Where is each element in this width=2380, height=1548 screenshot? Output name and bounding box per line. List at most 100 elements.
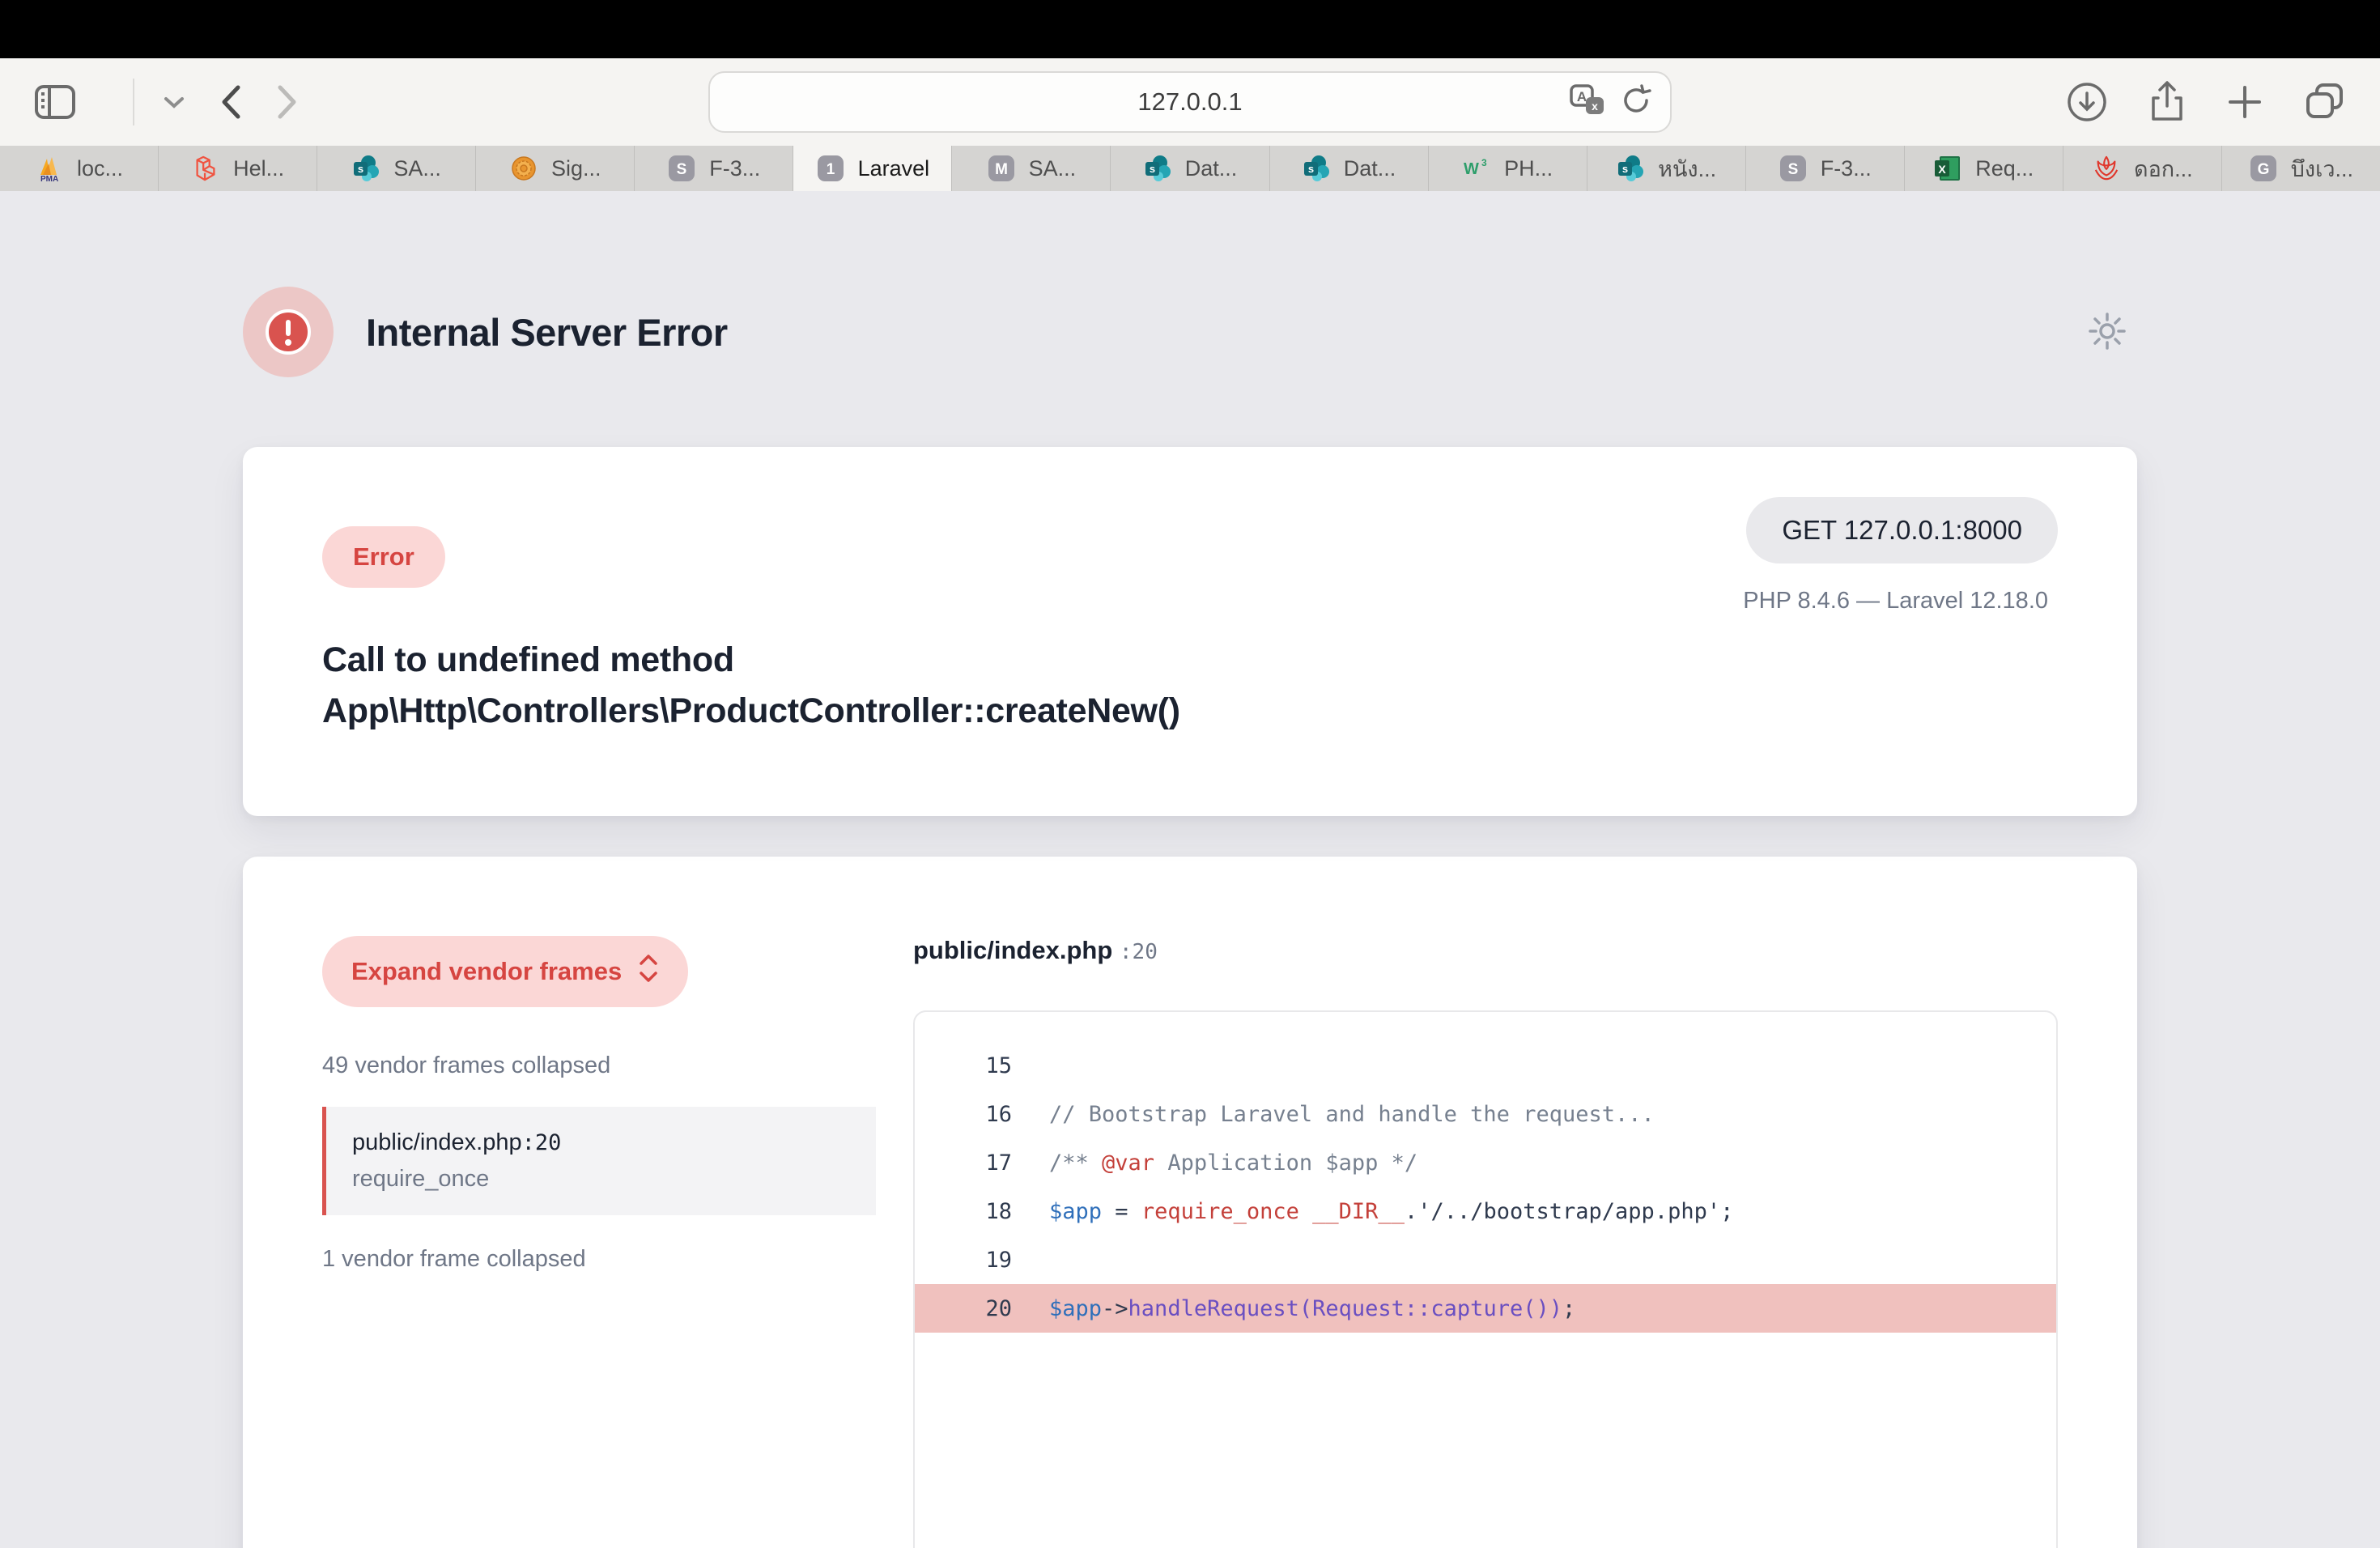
expand-vendor-frames-button[interactable]: Expand vendor frames — [322, 936, 688, 1007]
code-text: $app->handleRequest(Request::capture()); — [1049, 1296, 1575, 1321]
error-message-line2: App\Http\Controllers\ProductController::… — [322, 686, 2058, 737]
svg-text:s: s — [1622, 163, 1628, 175]
expand-chevrons-icon — [638, 954, 659, 989]
tab-label: Dat... — [1185, 156, 1238, 181]
code-text: // Bootstrap Laravel and handle the requ… — [1049, 1102, 1655, 1127]
laravel-favicon-icon — [191, 154, 220, 183]
browser-tab[interactable]: S F-3... — [635, 146, 793, 191]
browser-tab[interactable]: s SA... — [317, 146, 476, 191]
reload-icon[interactable] — [1620, 84, 1652, 121]
tab-label: Hel... — [233, 156, 284, 181]
share-icon[interactable] — [2148, 80, 2186, 124]
browser-tab[interactable]: Sig... — [476, 146, 635, 191]
tab-label: SA... — [393, 156, 441, 181]
sidebar-chevron-down-icon[interactable] — [164, 96, 185, 108]
frame-method: require_once — [352, 1166, 850, 1193]
frames-column: Expand vendor frames 49 vendor frames co… — [322, 936, 876, 1548]
svg-text:S: S — [677, 161, 687, 178]
browser-tab[interactable]: S F-3... — [1746, 146, 1905, 191]
browser-tab[interactable]: s หนัง... — [1587, 146, 1746, 191]
stack-frame-item[interactable]: public/index.php:20 require_once — [322, 1107, 876, 1215]
sharepoint-favicon-icon: s — [1302, 154, 1331, 183]
frame-file: public/index.php:20 — [352, 1129, 850, 1156]
url-bar[interactable]: 127.0.0.1 A x — [708, 71, 1672, 133]
expand-vendor-frames-label: Expand vendor frames — [351, 957, 622, 986]
sharepoint-favicon-icon: s — [351, 154, 380, 183]
url-text: 127.0.0.1 — [1137, 87, 1242, 117]
badge-S-favicon-icon: S — [1779, 154, 1808, 183]
code-panel: 15 16 // Bootstrap Laravel and handle the … — [913, 1010, 2058, 1548]
collapsed-frames-bottom: 1 vendor frame collapsed — [322, 1246, 876, 1273]
tab-label: Sig... — [551, 156, 601, 181]
browser-tab[interactable]: PMA loc... — [0, 146, 159, 191]
new-tab-icon[interactable] — [2226, 83, 2263, 121]
stack-trace-card: Expand vendor frames 49 vendor frames co… — [243, 857, 2137, 1548]
browser-tab[interactable]: ดอก... — [2063, 146, 2222, 191]
line-number: 20 — [915, 1296, 1012, 1321]
page-header: Internal Server Error — [243, 287, 2137, 377]
error-message-line1: Call to undefined method — [322, 635, 2058, 686]
tab-label: F-3... — [709, 156, 760, 181]
toolbar-divider — [133, 79, 134, 125]
tab-label: loc... — [77, 156, 123, 181]
badge-1-favicon-icon: 1 — [816, 154, 845, 183]
svg-text:G: G — [2257, 161, 2269, 178]
tab-label: Req... — [1975, 156, 2034, 181]
svg-text:M: M — [995, 161, 1008, 178]
browser-tab[interactable]: sDat... — [1270, 146, 1429, 191]
version-info: PHP 8.4.6 — Laravel 12.18.0 — [1743, 588, 2058, 615]
sidebar-toggle-icon[interactable] — [34, 84, 76, 120]
tab-label: ดอก... — [2134, 151, 2193, 186]
code-text: /** @var Application $app */ — [1049, 1150, 1417, 1176]
svg-text:PMA: PMA — [40, 175, 58, 183]
code-line: 16 // Bootstrap Laravel and handle the re… — [915, 1090, 2056, 1138]
svg-text:3: 3 — [1481, 157, 1487, 168]
w3-favicon-icon: W3 — [1462, 154, 1491, 183]
error-summary-card: Error Call to undefined method App\Http\… — [243, 447, 2137, 816]
browser-tab[interactable]: s Dat... — [1111, 146, 1269, 191]
forward-button-icon[interactable] — [277, 84, 298, 120]
code-header-line: :20 — [1120, 940, 1158, 964]
svg-text:s: s — [1150, 163, 1155, 175]
tab-label: Laravel — [858, 156, 930, 181]
pma-favicon-icon: PMA — [35, 154, 64, 183]
page-content: Internal Server Error Error Call to unde… — [0, 191, 2380, 1548]
badge-M-favicon-icon: M — [987, 154, 1016, 183]
browser-tab[interactable]: M SA... — [952, 146, 1111, 191]
sharepoint-favicon-icon: s — [1616, 154, 1645, 183]
collapsed-frames-top: 49 vendor frames collapsed — [322, 1053, 876, 1079]
lotus-favicon-icon — [2092, 154, 2121, 183]
translate-icon[interactable]: A x — [1570, 84, 1605, 121]
code-line: 20 $app->handleRequest(Request::capture()… — [915, 1284, 2056, 1333]
svg-text:x: x — [1592, 100, 1598, 113]
code-line: 17/** @var Application $app */ — [915, 1138, 2056, 1187]
theme-toggle-sun-icon[interactable] — [2087, 311, 2127, 355]
downloads-icon[interactable] — [2066, 81, 2108, 123]
tab-label: SA... — [1029, 156, 1077, 181]
line-number: 16 — [915, 1102, 1012, 1127]
error-circle-icon — [243, 287, 334, 377]
tab-overview-icon[interactable] — [2304, 82, 2346, 122]
tab-label: บึงเว... — [2291, 151, 2353, 186]
back-button-icon[interactable] — [220, 84, 241, 120]
line-number: 15 — [915, 1053, 1012, 1078]
svg-text:s: s — [358, 163, 363, 175]
browser-tab[interactable]: Hel... — [159, 146, 317, 191]
svg-text:1: 1 — [826, 161, 835, 178]
line-number: 18 — [915, 1199, 1012, 1224]
tab-label: F-3... — [1821, 156, 1872, 181]
browser-tab[interactable]: X Req... — [1905, 146, 2063, 191]
excel-favicon-icon: X — [1933, 154, 1962, 183]
error-badge: Error — [322, 526, 445, 588]
svg-text:s: s — [1308, 163, 1314, 175]
code-header-file: public/index.php — [913, 936, 1112, 964]
code-line: 19 — [915, 1235, 2056, 1284]
code-block: 15 16 // Bootstrap Laravel and handle the … — [915, 1041, 2056, 1333]
browser-tab[interactable]: 1 Laravel — [793, 146, 952, 191]
code-header: public/index.php :20 — [913, 936, 2058, 965]
browser-tab[interactable]: G บึงเว... — [2222, 146, 2380, 191]
svg-text:A: A — [1577, 89, 1587, 104]
sharepoint-favicon-icon: s — [1143, 154, 1172, 183]
tab-label: หนัง... — [1658, 151, 1716, 186]
browser-tab[interactable]: W3PH... — [1429, 146, 1587, 191]
